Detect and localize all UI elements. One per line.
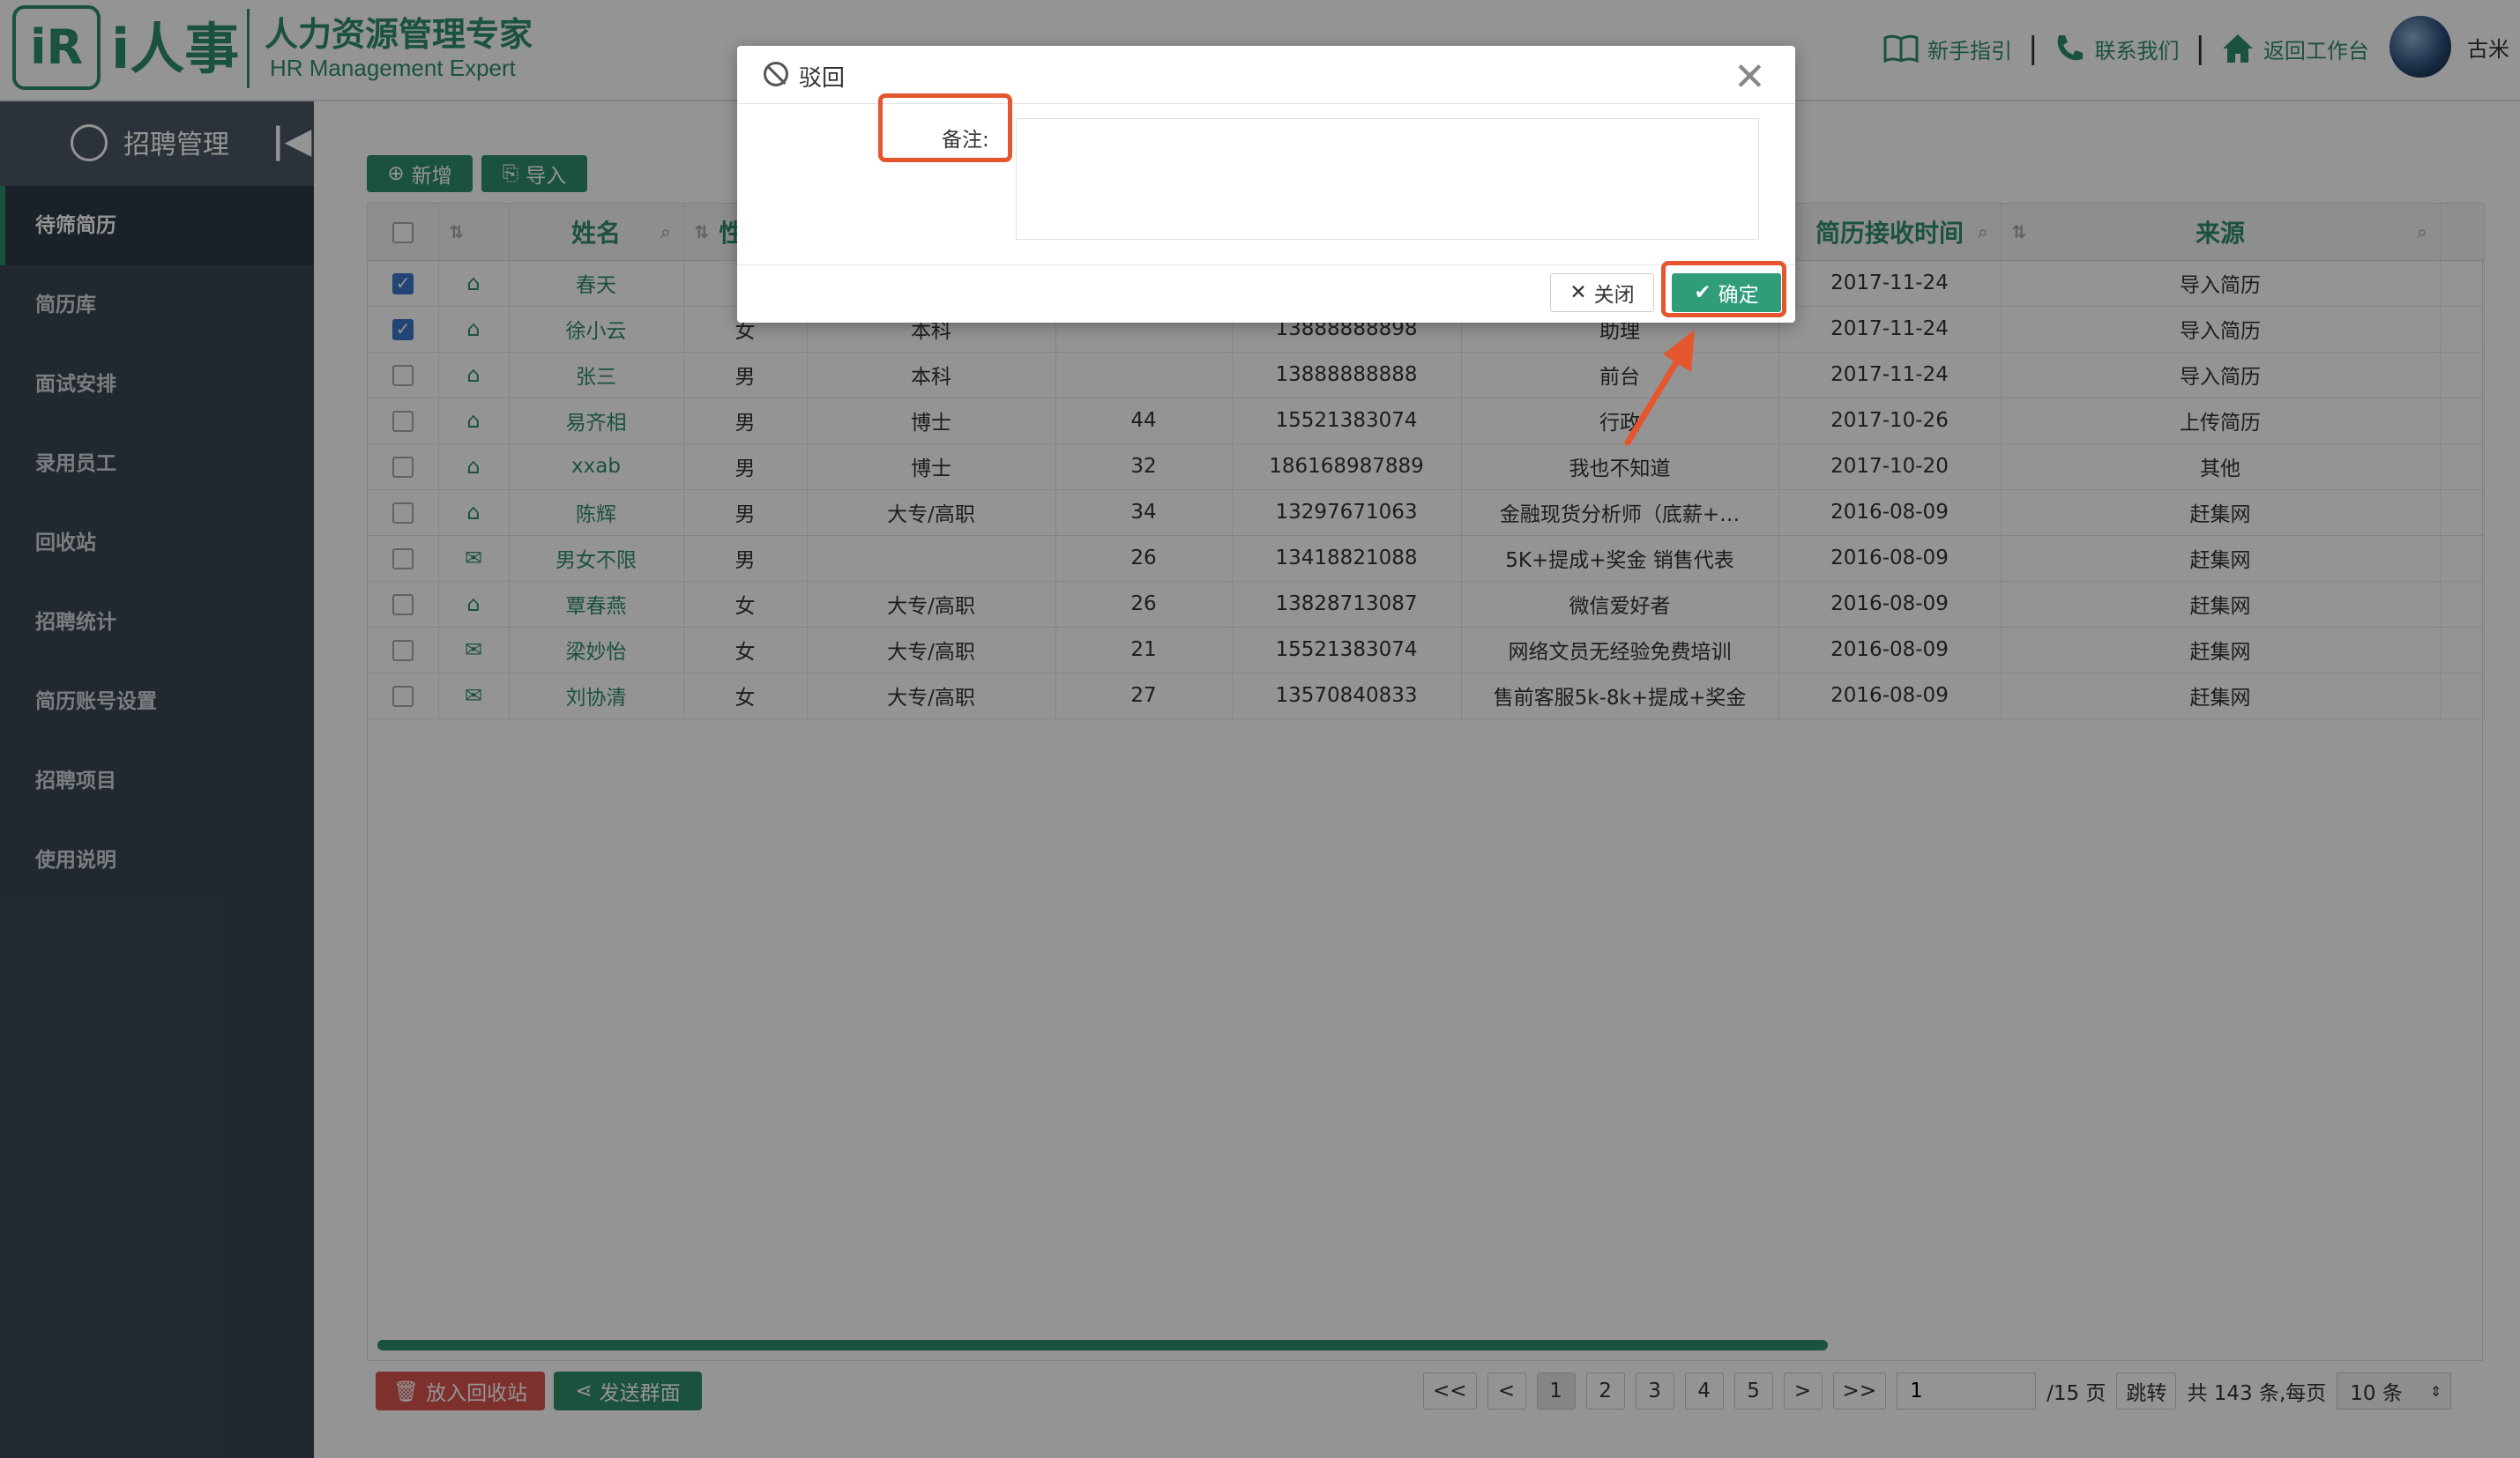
x-icon: ✕ [1569,281,1587,304]
dialog-title: 驳回 [799,65,846,92]
close-button[interactable]: ✕ 关闭 [1550,273,1654,312]
close-icon[interactable]: ✕ [1733,55,1766,100]
ban-icon [764,62,788,86]
remark-highlight-box [878,93,1012,162]
remark-textarea[interactable] [1016,118,1759,240]
close-button-label: 关闭 [1593,284,1635,307]
confirm-highlight-box [1661,261,1786,317]
annotation-arrow-icon [1624,330,1695,446]
